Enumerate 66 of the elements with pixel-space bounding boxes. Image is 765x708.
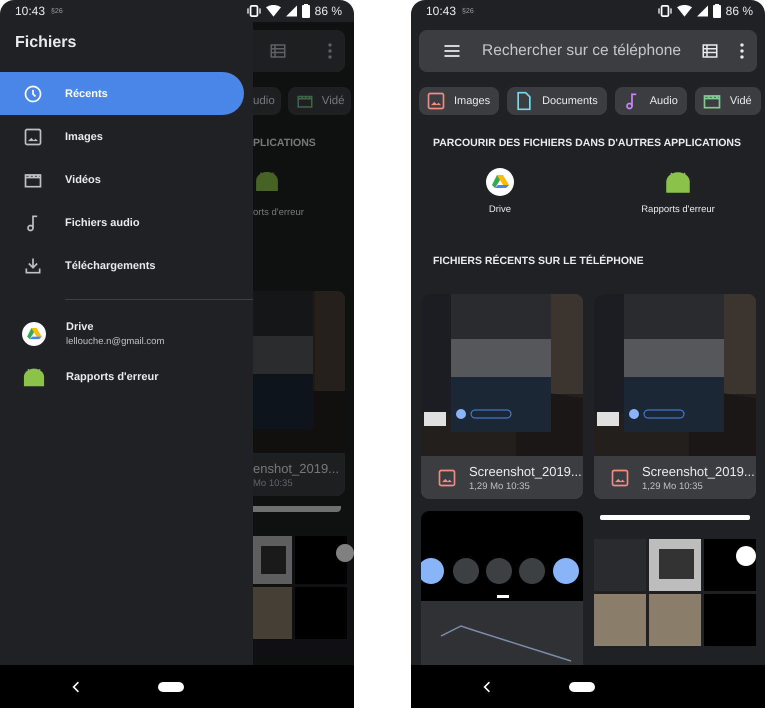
source-item[interactable]: Rapports d'erreur [0,355,253,398]
file-details: 1,29 Mo 10:35 [469,480,531,492]
chip-label: udio [253,95,275,107]
source-item[interactable]: Drive lellouche.n@gmail.com [0,312,253,355]
battery-icon [302,4,310,18]
drive-icon [22,322,46,346]
file-name: Screenshot_2019... [469,464,582,478]
more-options-icon[interactable] [739,42,745,60]
home-button[interactable] [158,682,184,692]
filter-chip[interactable]: Documents [507,87,607,115]
section-heading: FICHIERS RÉCENTS SUR LE TÉLÉPHONE [433,255,645,267]
back-icon[interactable] [483,680,491,692]
status-time: 10:43 [15,4,46,18]
search-placeholder: Rechercher sur ce téléphone [482,42,682,60]
file-name: Screenshot_2019... [642,464,755,478]
clock-icon [23,84,43,104]
drawer-item[interactable]: Téléchargements [0,244,244,287]
source-label: Drive [66,320,95,332]
filter-chip[interactable]: Audio [614,87,687,115]
battery-icon [712,4,721,18]
section-heading: PARCOURIR DES FICHIERS DANS D'AUTRES APPLICATIONS [433,137,742,149]
battery-percent: 86 % [726,4,753,18]
wifi-icon [266,5,281,17]
drawer-item-label: Téléchargements [65,260,156,272]
battery-percent: 86 % [314,4,342,18]
chip-label: Vidé [322,95,345,107]
drawer-item-label: Images [65,130,103,142]
vibrate-icon [246,5,261,17]
app-label[interactable]: Drive [488,204,512,215]
vibrate-icon [658,5,672,17]
filter-chip[interactable]: udio [253,87,281,115]
drawer-item[interactable]: Vidéos [0,158,244,201]
app-label: orts d'erreur [253,207,305,218]
wifi-icon [676,5,692,17]
account-email: lellouche.n@gmail.com [66,336,164,346]
list-view-icon[interactable] [701,42,719,60]
filter-chip[interactable]: Vidé [288,87,351,115]
drawer-item-label: Fichiers audio [65,216,140,228]
file-card[interactable]: enshot_2019... Mo 10:35 [253,291,345,496]
image-icon [23,126,43,146]
filter-chip[interactable]: Vidé [694,87,761,115]
filter-chip[interactable]: Images [419,87,500,115]
image-icon [437,468,457,488]
drawer-item-label: Vidéos [65,174,101,186]
drawer-item[interactable]: Images [0,115,244,158]
file-card[interactable]: Screenshot_2019... 1,29 Mo 10:35 [594,294,756,499]
image-icon [610,468,630,488]
drawer-title: Fichiers [14,33,78,53]
home-button[interactable] [569,682,595,692]
app-label[interactable]: Rapports d'erreur [641,204,715,215]
file-name: enshot_2019... [253,460,340,476]
download-icon [23,256,43,276]
file-card[interactable]: Screenshot_2019... 1,29 Mo 10:35 [421,294,583,499]
file-details: Mo 10:35 [253,478,294,488]
drawer-item[interactable]: Récents [0,72,244,115]
drawer-item-label: Récents [65,88,108,100]
search-bar[interactable]: Rechercher sur ce téléphone [419,30,757,72]
drawer-item[interactable]: Fichiers audio [0,201,244,244]
back-icon[interactable] [72,680,80,692]
signal-icon [286,5,297,17]
status-time: 10:43 [426,4,456,18]
source-label: Rapports d'erreur [66,370,158,382]
file-details: 1,29 Mo 10:35 [642,480,704,492]
drive-icon[interactable] [486,168,514,196]
section-heading: PLICATIONS [253,137,317,149]
signal-icon [696,5,708,17]
